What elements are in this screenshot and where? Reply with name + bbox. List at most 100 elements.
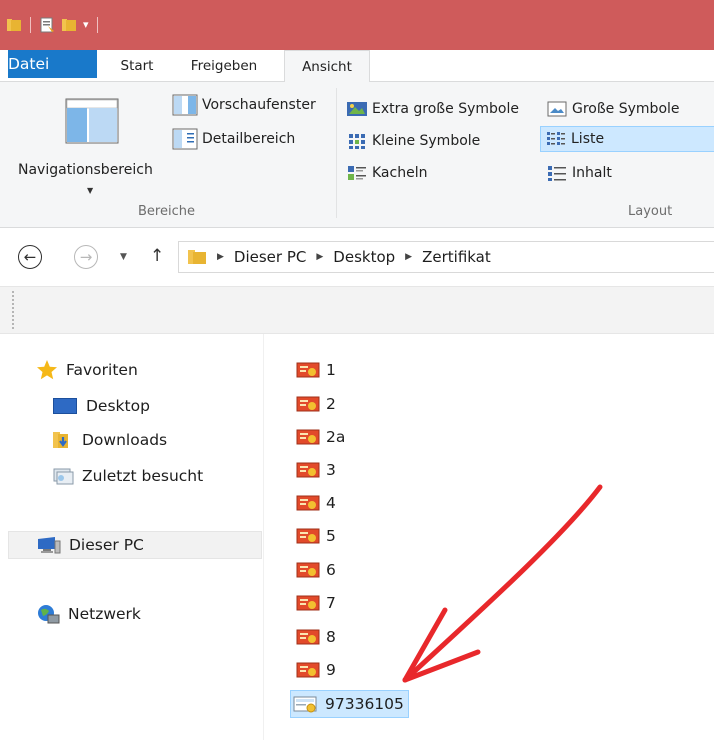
nav-label-network: Netzwerk <box>68 605 141 623</box>
toolbar-separator <box>96 17 98 33</box>
nav-item-downloads[interactable]: Downloads <box>52 426 167 454</box>
list-item[interactable]: 5 <box>296 522 336 550</box>
nav-item-desktop[interactable]: Desktop <box>52 392 150 420</box>
file-name: 9 <box>326 661 336 679</box>
tab-share[interactable]: Freigeben <box>178 50 270 82</box>
details-pane-button[interactable]: Detailbereich <box>168 126 299 152</box>
extra-large-icons-icon <box>347 102 367 116</box>
certificate-file-icon <box>296 462 320 478</box>
up-button[interactable]: ↑ <box>150 246 164 266</box>
nav-label-favorites: Favoriten <box>66 361 138 379</box>
preview-pane-icon <box>172 94 198 116</box>
tab-start[interactable]: Start <box>108 50 166 82</box>
list-item[interactable]: 9 <box>296 656 336 684</box>
arrow-right-icon: → <box>79 248 93 266</box>
list-item[interactable]: 4 <box>296 489 336 517</box>
details-pane-label: Detailbereich <box>202 131 296 147</box>
breadcrumb-zertifikat[interactable]: Zertifikat <box>422 248 491 266</box>
file-name: 5 <box>326 527 336 545</box>
list-item[interactable]: 1 <box>296 356 336 384</box>
certificate-file-icon <box>296 662 320 678</box>
preview-pane-label: Vorschaufenster <box>202 97 316 113</box>
new-folder-icon[interactable] <box>61 17 77 33</box>
list-view-label: Liste <box>571 131 605 147</box>
certificate-file-icon <box>296 595 320 611</box>
extra-large-icons-label: Extra große Symbole <box>372 101 519 117</box>
list-item[interactable]: 3 <box>296 456 336 484</box>
breadcrumb-separator-icon: ▶ <box>316 252 324 262</box>
arrow-left-icon: ← <box>23 248 37 266</box>
navigation-pane-icon <box>65 98 119 144</box>
forward-button[interactable]: → <box>74 245 98 269</box>
layout-extra-large-icons[interactable]: Extra große Symbole <box>342 96 523 122</box>
file-name: 8 <box>326 628 336 646</box>
layout-list[interactable]: Liste <box>540 126 714 152</box>
downloads-folder-icon <box>53 432 68 448</box>
preview-pane-button[interactable]: Vorschaufenster <box>168 92 320 118</box>
nav-item-this-pc[interactable]: Dieser PC <box>8 531 262 559</box>
navigation-pane-button[interactable]: Navigationsbereich ▼ <box>14 92 168 196</box>
list-item[interactable]: 6 <box>296 556 336 584</box>
file-name: 2 <box>326 395 336 413</box>
list-item-selected[interactable]: 97336105 <box>290 690 409 718</box>
list-item[interactable]: 2a <box>296 423 345 451</box>
back-button[interactable]: ← <box>18 245 42 269</box>
chevron-down-icon: ▼ <box>87 186 94 195</box>
certificate-key-file-icon <box>293 696 317 713</box>
file-name: 7 <box>326 594 336 612</box>
network-icon <box>38 605 60 624</box>
file-name: 2a <box>326 428 346 446</box>
small-icons-label: Kleine Symbole <box>372 133 481 149</box>
list-item[interactable]: 2 <box>296 390 336 418</box>
certificate-file-icon <box>296 528 320 544</box>
tiles-label: Kacheln <box>372 165 428 181</box>
large-icons-icon <box>547 101 567 117</box>
recent-locations-dropdown-icon[interactable]: ▼ <box>120 252 127 262</box>
quick-access-dropdown-icon[interactable]: ▾ <box>83 17 89 33</box>
ribbon-group-divider <box>336 88 337 218</box>
star-icon <box>37 360 57 380</box>
layout-tiles[interactable]: Kacheln <box>342 160 431 186</box>
nav-label-recent: Zuletzt besucht <box>82 467 204 485</box>
breadcrumb-separator-icon: ▶ <box>405 252 413 262</box>
list-item[interactable]: 8 <box>296 623 336 651</box>
list-item[interactable]: 7 <box>296 589 336 617</box>
folder-icon[interactable] <box>6 17 22 33</box>
nav-item-network[interactable]: Netzwerk <box>36 600 141 628</box>
large-icons-label: Große Symbole <box>572 101 680 117</box>
nav-label-downloads: Downloads <box>82 431 168 449</box>
file-list: 1 2 2a 3 4 5 6 7 8 9 97336105 <box>264 334 714 740</box>
address-bar[interactable]: ▶ Dieser PC ▶ Desktop ▶ Zertifikat <box>178 241 714 273</box>
ribbon: Navigationsbereich ▼ Vorschaufenster Det… <box>0 82 714 228</box>
file-name: 4 <box>326 494 336 512</box>
file-name: 6 <box>326 561 336 579</box>
breadcrumb-desktop[interactable]: Desktop <box>333 248 395 266</box>
nav-item-recent[interactable]: Zuletzt besucht <box>52 462 203 490</box>
group-label-panes: Bereiche <box>138 204 195 219</box>
certificate-file-icon <box>296 495 320 511</box>
tab-file[interactable]: Datei <box>8 50 97 78</box>
nav-item-favorites[interactable]: Favoriten <box>36 356 138 384</box>
recent-places-icon <box>53 468 74 485</box>
list-view-icon <box>547 132 565 145</box>
navigation-pane: Favoriten Desktop Downloads Zuletzt besu… <box>0 334 264 740</box>
content-view-icon <box>548 166 566 181</box>
certificate-file-icon <box>296 362 320 378</box>
nav-label-this-pc: Dieser PC <box>69 536 144 554</box>
layout-small-icons[interactable]: Kleine Symbole <box>342 128 484 154</box>
computer-icon <box>38 537 61 554</box>
file-name: 97336105 <box>325 695 404 713</box>
nav-label-desktop: Desktop <box>86 397 150 415</box>
layout-content[interactable]: Inhalt <box>542 160 616 186</box>
folder-icon <box>188 250 206 264</box>
file-name: 1 <box>326 361 336 379</box>
small-icons-icon <box>349 134 365 149</box>
properties-icon[interactable] <box>39 17 55 33</box>
navigation-pane-label: Navigationsbereich <box>18 162 153 178</box>
group-label-layout: Layout <box>628 204 673 219</box>
layout-large-icons[interactable]: Große Symbole <box>542 96 684 122</box>
desktop-icon <box>53 398 77 414</box>
breadcrumb-this-pc[interactable]: Dieser PC <box>234 248 306 266</box>
tiles-icon <box>348 166 366 180</box>
tab-view[interactable]: Ansicht <box>284 50 370 83</box>
